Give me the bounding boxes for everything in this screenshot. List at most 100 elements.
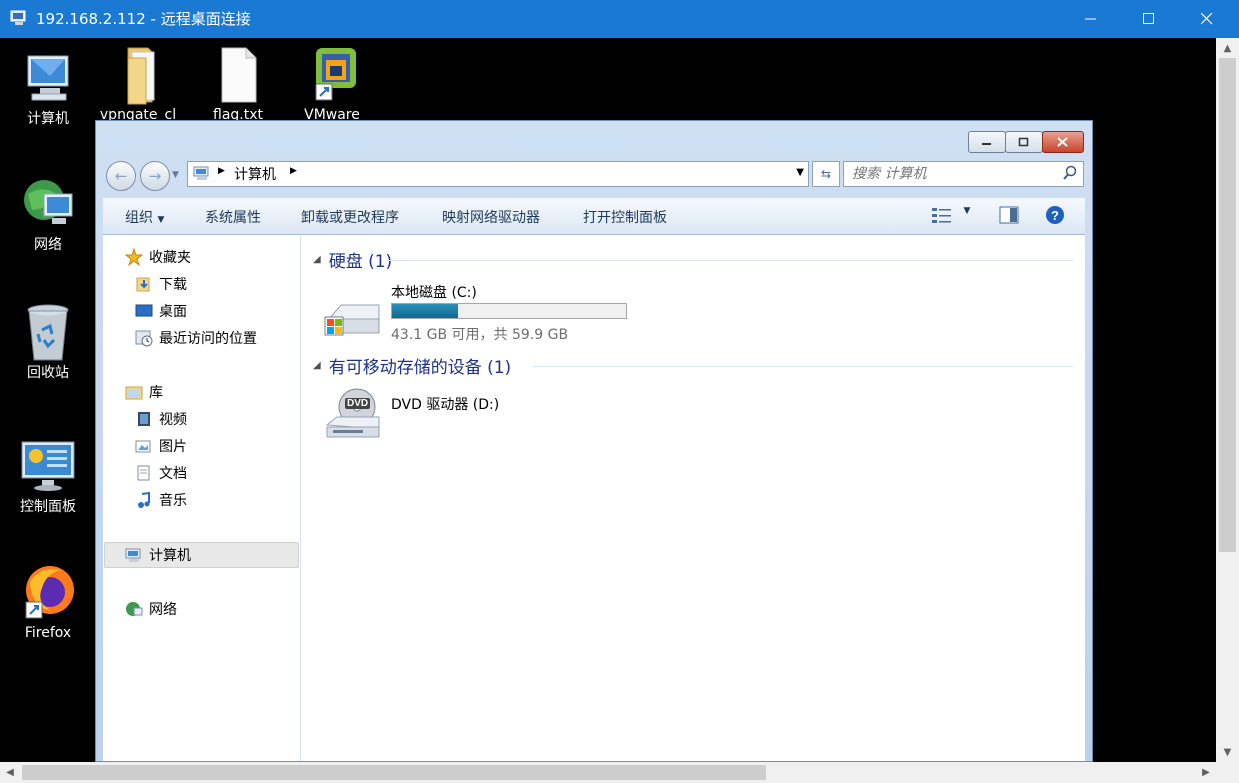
- navigation-pane: 收藏夹 下载 桌面 最近访问的位置 库 视频 图片 文档 音乐 计算机 网络: [103, 235, 301, 761]
- forward-button[interactable]: →: [140, 161, 170, 191]
- network-globe-icon: [20, 174, 76, 232]
- collapse-triangle-icon: ◢: [313, 254, 321, 265]
- minimize-button[interactable]: [1062, 0, 1120, 38]
- close-icon: [1201, 13, 1213, 25]
- maximize-button[interactable]: [1120, 0, 1178, 38]
- desktop-icon-firefox[interactable]: Firefox: [8, 562, 88, 642]
- desktop-icon-label: 计算机: [27, 111, 69, 127]
- preview-pane-button[interactable]: [999, 206, 1019, 228]
- explorer-minimize-button[interactable]: [968, 131, 1006, 153]
- desktop-icon-flag-txt[interactable]: flag.txt: [198, 44, 278, 124]
- search-box[interactable]: [843, 161, 1084, 187]
- back-arrow-icon: ←: [114, 167, 128, 185]
- search-icon: [1063, 165, 1077, 180]
- horizontal-scrollbar[interactable]: ◀ ▶: [0, 762, 1216, 783]
- collapse-triangle-icon: ◢: [313, 360, 321, 371]
- nav-desktop[interactable]: 桌面: [135, 300, 187, 322]
- open-control-panel-button[interactable]: 打开控制面板: [583, 207, 667, 227]
- group-divider: [533, 366, 1073, 367]
- navigation-bar: ← → ▼ ▶ 计算机 ▶ ▼ ⇆: [104, 158, 1084, 191]
- nav-videos[interactable]: 视频: [135, 408, 187, 430]
- downloads-folder-icon: [135, 275, 153, 293]
- network-small-icon: [125, 600, 143, 618]
- chevron-down-icon: ▼: [157, 215, 165, 225]
- nav-label: 库: [149, 385, 163, 401]
- nav-recent-places[interactable]: 最近访问的位置: [135, 327, 257, 349]
- organize-button[interactable]: 组织 ▼: [125, 207, 164, 227]
- main-pane: ◢ 硬盘 (1) 本地磁盘 (C:) 43.1 GB 可用，共 59.9 GB: [301, 235, 1085, 761]
- desktop-icon-recycle-bin[interactable]: 回收站: [8, 302, 88, 382]
- nav-favorites[interactable]: 收藏夹: [124, 246, 191, 268]
- drive-d-item[interactable]: DVD DVD 驱动器 (D:): [321, 383, 641, 447]
- system-properties-button[interactable]: 系统属性: [205, 207, 261, 227]
- scroll-down-arrow-icon[interactable]: ▼: [1216, 742, 1239, 762]
- breadcrumb-separator-icon: ▶: [218, 166, 225, 176]
- horizontal-scroll-thumb[interactable]: [22, 765, 766, 780]
- map-network-drive-button[interactable]: 映射网络驱动器: [442, 207, 540, 227]
- window-controls: [968, 131, 1084, 153]
- library-icon: [125, 383, 143, 401]
- address-bar[interactable]: ▶ 计算机 ▶ ▼: [187, 161, 809, 187]
- search-input[interactable]: [850, 164, 1054, 184]
- drive-c-item[interactable]: 本地磁盘 (C:) 43.1 GB 可用，共 59.9 GB: [321, 279, 641, 347]
- desktop-icon-vmware[interactable]: VMware: [292, 44, 372, 124]
- group-header-hard-disks[interactable]: ◢ 硬盘 (1): [313, 247, 392, 272]
- uninstall-program-button[interactable]: 卸载或更改程序: [301, 207, 399, 227]
- nav-label: 图片: [159, 439, 187, 455]
- breadcrumb-separator-icon[interactable]: ▶: [290, 166, 297, 176]
- svg-text:?: ?: [1051, 208, 1059, 223]
- nav-music[interactable]: 音乐: [135, 489, 187, 511]
- restore-icon: [1018, 137, 1029, 147]
- pictures-library-icon: [135, 437, 153, 455]
- vertical-scrollbar[interactable]: ▲ ▼: [1216, 38, 1239, 762]
- documents-library-icon: [135, 464, 153, 482]
- scroll-left-arrow-icon[interactable]: ◀: [0, 762, 20, 783]
- video-library-icon: [135, 410, 153, 428]
- chevron-down-icon: ▼: [963, 206, 971, 216]
- breadcrumb-computer[interactable]: 计算机: [234, 164, 276, 184]
- recycle-bin-icon: [20, 302, 76, 361]
- control-panel-icon: [20, 436, 76, 494]
- nav-label: 下载: [159, 277, 187, 293]
- group-header-removable[interactable]: ◢ 有可移动存储的设备 (1): [313, 353, 511, 378]
- help-button[interactable]: ?: [1045, 205, 1065, 229]
- nav-label: 最近访问的位置: [159, 331, 257, 347]
- nav-pictures[interactable]: 图片: [135, 435, 187, 457]
- explorer-close-button[interactable]: [1042, 131, 1084, 153]
- nav-label: 网络: [149, 602, 177, 618]
- desktop-icon-computer[interactable]: 计算机: [8, 48, 88, 128]
- scroll-right-arrow-icon[interactable]: ▶: [1196, 762, 1216, 783]
- close-icon: [1057, 137, 1068, 147]
- desktop-icon-label: Firefox: [24, 625, 72, 641]
- forward-arrow-icon: →: [148, 167, 162, 185]
- desktop-icon-vpngate[interactable]: vpngate_cl: [98, 44, 178, 124]
- explorer-window: ← → ▼ ▶ 计算机 ▶ ▼ ⇆ 组织 ▼ 系统属性 卸载或更改程序 映射网络: [95, 120, 1093, 762]
- scroll-up-arrow-icon[interactable]: ▲: [1216, 38, 1239, 58]
- nav-computer[interactable]: 计算机: [125, 544, 191, 566]
- change-view-button[interactable]: ▼: [931, 206, 970, 228]
- explorer-maximize-button[interactable]: [1005, 131, 1043, 153]
- computer-icon: [20, 48, 76, 106]
- help-icon: ?: [1046, 206, 1064, 224]
- dvd-badge: DVD: [345, 398, 371, 409]
- nav-documents[interactable]: 文档: [135, 462, 187, 484]
- nav-label: 文档: [159, 466, 187, 482]
- close-button[interactable]: [1178, 0, 1236, 38]
- address-dropdown-icon[interactable]: ▼: [796, 167, 804, 178]
- group-title: 硬盘 (1): [328, 252, 393, 272]
- refresh-button[interactable]: ⇆: [812, 161, 840, 187]
- nav-libraries[interactable]: 库: [125, 381, 163, 403]
- nav-label: 计算机: [149, 548, 191, 564]
- nav-downloads[interactable]: 下载: [135, 273, 187, 295]
- desktop-icon-label: 控制面板: [20, 499, 76, 515]
- window-title: 192.168.2.112 - 远程桌面连接: [36, 10, 251, 28]
- group-divider: [387, 260, 1073, 261]
- desktop-icon-network[interactable]: 网络: [8, 174, 88, 254]
- recent-pages-dropdown[interactable]: ▼: [172, 170, 179, 180]
- vertical-scroll-thumb[interactable]: [1219, 58, 1236, 552]
- desktop-icon-control-panel[interactable]: 控制面板: [8, 436, 88, 516]
- nav-network[interactable]: 网络: [125, 598, 177, 620]
- back-button[interactable]: ←: [106, 161, 136, 191]
- drive-c-free-space: 43.1 GB 可用，共 59.9 GB: [391, 327, 569, 343]
- refresh-icon: ⇆: [820, 167, 832, 181]
